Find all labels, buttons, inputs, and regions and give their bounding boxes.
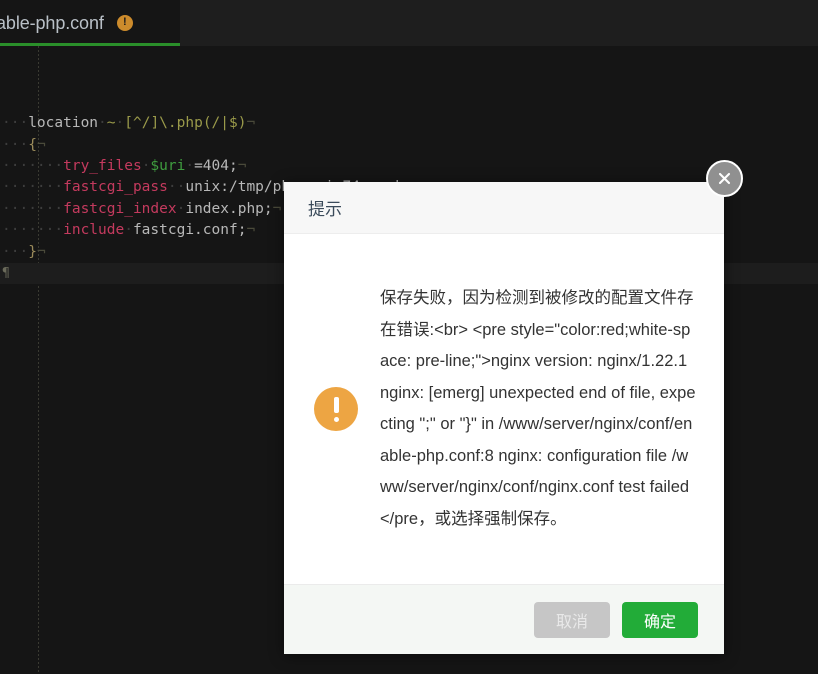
code-token: ¬ xyxy=(36,243,46,260)
code-token: ¬ xyxy=(272,200,282,217)
code-token: ·· xyxy=(167,179,186,196)
code-token: { xyxy=(28,136,37,153)
warning-dot-icon xyxy=(116,14,133,31)
code-token: fastcgi_index xyxy=(63,200,177,217)
code-token: ¬ xyxy=(246,222,256,239)
warning-exclamation-icon xyxy=(314,387,358,431)
code-token: · xyxy=(115,115,125,132)
dialog-title: 提示 xyxy=(308,200,342,219)
code-token: try_files xyxy=(63,158,142,174)
close-icon[interactable] xyxy=(706,160,743,197)
code-token: =404; xyxy=(194,158,238,174)
code-token: · xyxy=(124,222,133,239)
code-token: ¶ xyxy=(2,265,10,281)
code-token: ··· xyxy=(2,243,29,260)
alert-dialog: 提示 保存失败，因为检测到被修改的配置文件存在错误:<br> <pre styl… xyxy=(284,160,743,654)
code-line: ·······try_files·$uri·=404;¬ xyxy=(0,156,818,177)
confirm-button[interactable]: 确定 xyxy=(621,601,698,638)
code-token: ······· xyxy=(2,179,64,196)
editor-tab-bar: able-php.conf xyxy=(0,0,818,46)
dialog-body: 保存失败，因为检测到被修改的配置文件存在错误:<br> <pre style="… xyxy=(284,234,724,584)
cancel-button[interactable]: 取消 xyxy=(533,601,610,638)
code-token: · xyxy=(98,115,107,132)
code-token: location xyxy=(28,115,99,132)
editor-tab-enable-php-conf[interactable]: able-php.conf xyxy=(0,0,180,46)
code-token: } xyxy=(28,243,37,260)
code-token: ¬ xyxy=(237,158,247,174)
code-token: index.php; xyxy=(185,200,273,217)
code-token: ··· xyxy=(2,136,29,153)
code-token: fastcgi_pass xyxy=(63,179,168,196)
code-token: include xyxy=(63,222,125,239)
code-line: ···{¬ xyxy=(0,135,818,156)
code-token: [^/]\.php(/|$) xyxy=(124,115,247,132)
code-token: ······· xyxy=(2,200,64,217)
code-token: ······· xyxy=(2,158,64,174)
code-token: ··· xyxy=(2,115,29,132)
code-token: ¬ xyxy=(246,115,256,132)
code-token: ······· xyxy=(2,222,64,239)
code-token: · xyxy=(185,158,195,174)
dialog-footer: 取消 确定 xyxy=(284,584,724,654)
dialog-header: 提示 xyxy=(284,160,743,234)
code-token: fastcgi.conf; xyxy=(132,222,247,239)
editor-tab-label: able-php.conf xyxy=(0,12,104,33)
code-token: $uri xyxy=(150,158,186,174)
dialog-message: 保存失败，因为检测到被修改的配置文件存在错误:<br> <pre style="… xyxy=(380,289,696,528)
code-token: ~ xyxy=(106,115,116,132)
code-line: ···location·~·[^/]\.php(/|$)¬ xyxy=(0,113,818,134)
code-token: ¬ xyxy=(36,136,46,153)
